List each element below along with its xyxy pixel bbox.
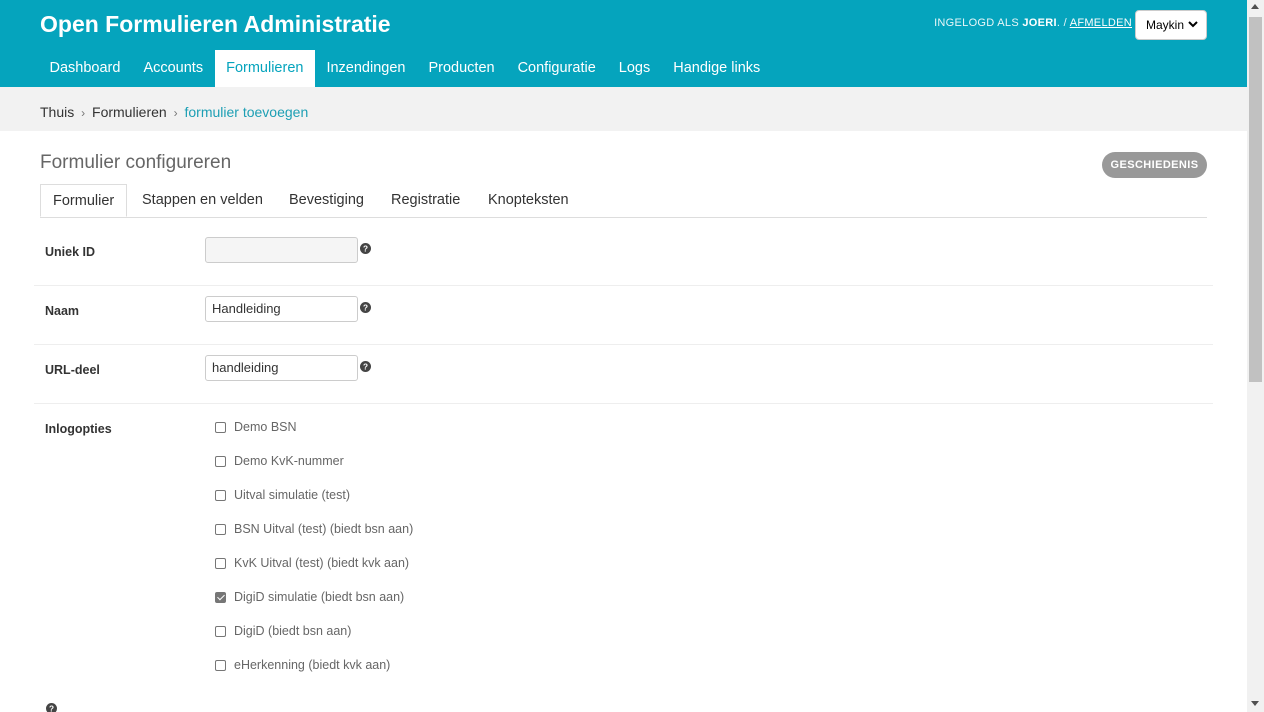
login-option-label: DigiD (biedt bsn aan) — [234, 624, 352, 638]
tab-registratie[interactable]: Registratie — [391, 184, 460, 217]
nav-item-dashboard[interactable]: Dashboard — [38, 50, 132, 87]
username: JOERI — [1022, 17, 1057, 29]
login-option-digid[interactable]: DigiD (biedt bsn aan) — [215, 621, 351, 641]
svg-text:?: ? — [363, 304, 368, 313]
scroll-up-arrow-icon[interactable] — [1251, 4, 1259, 9]
admin-page: Open Formulieren Administratie INGELOGD … — [0, 0, 1247, 712]
checkbox[interactable] — [215, 557, 226, 569]
slug-field[interactable]: handleiding — [205, 355, 358, 381]
nav-item-logs[interactable]: Logs — [607, 50, 661, 87]
svg-text:?: ? — [363, 363, 368, 372]
page-title: Formulier configureren — [40, 152, 232, 173]
help-icon[interactable]: ? — [360, 302, 371, 313]
organisation-select-value: Maykin — [1146, 18, 1185, 32]
checkbox[interactable] — [215, 625, 226, 637]
breadcrumb-current: formulier toevoegen — [184, 104, 309, 120]
help-icon[interactable]: ? — [46, 703, 57, 712]
logout-link[interactable]: AFMELDEN — [1070, 17, 1132, 29]
login-option-bsn-uitval[interactable]: BSN Uitval (test) (biedt bsn aan) — [215, 519, 413, 539]
organisation-select[interactable]: Maykin — [1135, 10, 1207, 40]
scrollbar-thumb[interactable] — [1249, 17, 1262, 382]
login-option-demo-kvk[interactable]: Demo KvK-nummer — [215, 451, 344, 471]
form-row-login-options: Inlogopties Demo BSN Demo KvK-nummer Uit… — [34, 403, 1213, 693]
user-tools-separator: . / — [1056, 17, 1067, 29]
login-option-demo-bsn[interactable]: Demo BSN — [215, 417, 297, 437]
help-icon[interactable]: ? — [360, 243, 371, 254]
tab-formulier[interactable]: Formulier — [40, 184, 128, 217]
login-option-uitval-simulatie[interactable]: Uitval simulatie (test) — [215, 485, 350, 505]
breadcrumb-separator: › — [81, 106, 86, 120]
login-option-label: Uitval simulatie (test) — [234, 488, 350, 502]
login-option-digid-simulatie[interactable]: DigiD simulatie (biedt bsn aan) — [215, 587, 404, 607]
scroll-down-arrow-icon[interactable] — [1251, 701, 1259, 706]
breadcrumb-formulieren[interactable]: Formulieren — [92, 104, 167, 120]
login-option-eherkenning[interactable]: eHerkenning (biedt kvk aan) — [215, 655, 390, 675]
nav-item-handige-links[interactable]: Handige links — [662, 50, 772, 87]
tab-knopteksten[interactable]: Knopteksten — [488, 184, 569, 217]
checkbox[interactable] — [215, 523, 226, 535]
checkbox[interactable] — [215, 659, 226, 671]
site-title[interactable]: Open Formulieren Administratie — [40, 11, 391, 38]
tab-stappen-en-velden[interactable]: Stappen en velden — [142, 184, 263, 217]
breadcrumb-separator: › — [173, 106, 178, 120]
form-tabs: Formulier Stappen en velden Bevestiging … — [40, 184, 1207, 218]
nav-item-inzendingen[interactable]: Inzendingen — [315, 50, 417, 87]
login-option-kvk-uitval[interactable]: KvK Uitval (test) (biedt kvk aan) — [215, 553, 409, 573]
checkbox[interactable] — [215, 421, 226, 433]
form-row-unique-id: Uniek ID ? — [34, 226, 1213, 286]
nav-item-accounts[interactable]: Accounts — [132, 50, 215, 87]
nav-item-producten[interactable]: Producten — [417, 50, 506, 87]
login-option-label: DigiD simulatie (biedt bsn aan) — [234, 590, 405, 604]
login-options-label: Inlogopties — [45, 422, 112, 436]
header: Open Formulieren Administratie INGELOGD … — [0, 0, 1247, 87]
nav-item-configuratie[interactable]: Configuratie — [506, 50, 607, 87]
breadcrumb-home[interactable]: Thuis — [40, 104, 74, 120]
main-nav: Dashboard Accounts Formulieren Inzending… — [38, 50, 772, 87]
login-option-label: KvK Uitval (test) (biedt kvk aan) — [234, 556, 410, 570]
unique-id-field[interactable] — [205, 237, 358, 263]
help-icon[interactable]: ? — [360, 361, 371, 372]
name-label: Naam — [45, 304, 80, 318]
login-option-label: Demo BSN — [234, 420, 297, 434]
form-row-name: Naam Handleiding ? — [34, 285, 1213, 345]
login-option-label: Demo KvK-nummer — [234, 454, 344, 468]
chevron-down-icon — [1188, 21, 1198, 28]
nav-item-formulieren[interactable]: Formulieren — [214, 50, 315, 87]
user-tools: INGELOGD ALS JOERI. / AFMELDEN — [934, 17, 1132, 29]
history-button[interactable]: GESCHIEDENIS — [1102, 152, 1207, 178]
svg-text:?: ? — [363, 245, 368, 254]
checkbox[interactable] — [215, 489, 226, 501]
vertical-scrollbar[interactable] — [1247, 0, 1264, 712]
logged-in-prefix: INGELOGD ALS — [934, 17, 1019, 29]
checkbox[interactable] — [215, 455, 226, 467]
login-option-label: eHerkenning (biedt kvk aan) — [234, 658, 391, 672]
checkbox-checked[interactable] — [215, 591, 226, 603]
name-field[interactable]: Handleiding — [205, 296, 358, 322]
tab-bevestiging[interactable]: Bevestiging — [289, 184, 364, 217]
unique-id-label: Uniek ID — [45, 245, 96, 259]
svg-text:?: ? — [49, 705, 54, 712]
login-option-label: BSN Uitval (test) (biedt bsn aan) — [234, 522, 414, 536]
form-row-slug: URL-deel handleiding ? — [34, 344, 1213, 404]
slug-label: URL-deel — [45, 363, 100, 377]
breadcrumb: Thuis › Formulieren › formulier toevoege… — [0, 87, 1247, 131]
